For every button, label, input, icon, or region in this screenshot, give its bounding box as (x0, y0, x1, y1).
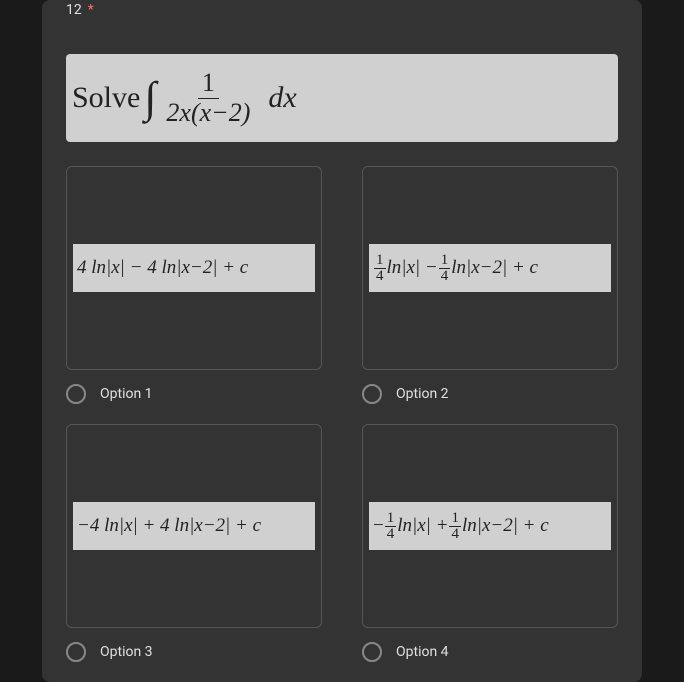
dx-suffix: dx (268, 81, 296, 115)
formula-2: 1 4 ln|x| − 1 4 ln|x−2| + c (369, 244, 611, 292)
required-asterisk: * (88, 2, 94, 18)
mid-2: ln|x| − (387, 257, 438, 279)
integral-fraction: 1 2x(x−2) (162, 69, 254, 127)
prompt-prefix: Solve (72, 81, 140, 115)
option-cell-2: 1 4 ln|x| − 1 4 ln|x−2| + c Option 2 (362, 166, 618, 404)
option-cell-1: 4 ln|x| − 4 ln|x−2| + c Option 1 (66, 166, 322, 404)
option-image-1[interactable]: 4 ln|x| − 4 ln|x−2| + c (66, 166, 322, 370)
mid-4: ln|x| + (397, 515, 448, 537)
tail-2: ln|x−2| + c (451, 257, 538, 279)
frac-4a: 1 4 (385, 511, 397, 542)
tail-4: ln|x−2| + c (462, 515, 549, 537)
radio-option-2[interactable]: Option 2 (362, 384, 618, 404)
question-number: 12 (66, 2, 82, 18)
frac-2b: 1 4 (439, 253, 451, 284)
formula-3: −4 ln|x| + 4 ln|x−2| + c (73, 502, 315, 550)
formula-text-3: −4 ln|x| + 4 ln|x−2| + c (77, 515, 261, 537)
radio-circle-icon (362, 642, 382, 662)
formula-1: 4 ln|x| − 4 ln|x−2| + c (73, 244, 315, 292)
radio-label-3: Option 3 (100, 644, 153, 660)
radio-circle-icon (362, 384, 382, 404)
frac-2a: 1 4 (374, 253, 386, 284)
radio-circle-icon (66, 642, 86, 662)
formula-text-1: 4 ln|x| − 4 ln|x−2| + c (77, 257, 248, 279)
question-card: 12 * Solve ∫ 1 2x(x−2) dx 4 ln|x| − 4 ln… (42, 0, 642, 682)
option-cell-4: − 1 4 ln|x| + 1 4 ln|x−2| + c Option 4 (362, 424, 618, 662)
radio-option-4[interactable]: Option 4 (362, 642, 618, 662)
option-image-3[interactable]: −4 ln|x| + 4 ln|x−2| + c (66, 424, 322, 628)
formula-4: − 1 4 ln|x| + 1 4 ln|x−2| + c (369, 502, 611, 550)
radio-circle-icon (66, 384, 86, 404)
radio-label-1: Option 1 (100, 386, 153, 402)
frac-4b: 1 4 (449, 511, 461, 542)
fraction-numerator: 1 (198, 69, 219, 99)
radio-option-3[interactable]: Option 3 (66, 642, 322, 662)
question-prompt-image: Solve ∫ 1 2x(x−2) dx (66, 54, 618, 142)
radio-label-2: Option 2 (396, 386, 449, 402)
option-image-2[interactable]: 1 4 ln|x| − 1 4 ln|x−2| + c (362, 166, 618, 370)
options-grid: 4 ln|x| − 4 ln|x−2| + c Option 1 1 4 ln|… (66, 166, 618, 662)
integral-expression: Solve ∫ 1 2x(x−2) dx (72, 69, 297, 127)
fraction-denominator: 2x(x−2) (162, 99, 254, 128)
option-image-4[interactable]: − 1 4 ln|x| + 1 4 ln|x−2| + c (362, 424, 618, 628)
integral-sign: ∫ (144, 76, 156, 120)
radio-label-4: Option 4 (396, 644, 449, 660)
option-cell-3: −4 ln|x| + 4 ln|x−2| + c Option 3 (66, 424, 322, 662)
radio-option-1[interactable]: Option 1 (66, 384, 322, 404)
sign-4a: − (373, 515, 384, 537)
question-header: 12 * (66, 0, 618, 18)
